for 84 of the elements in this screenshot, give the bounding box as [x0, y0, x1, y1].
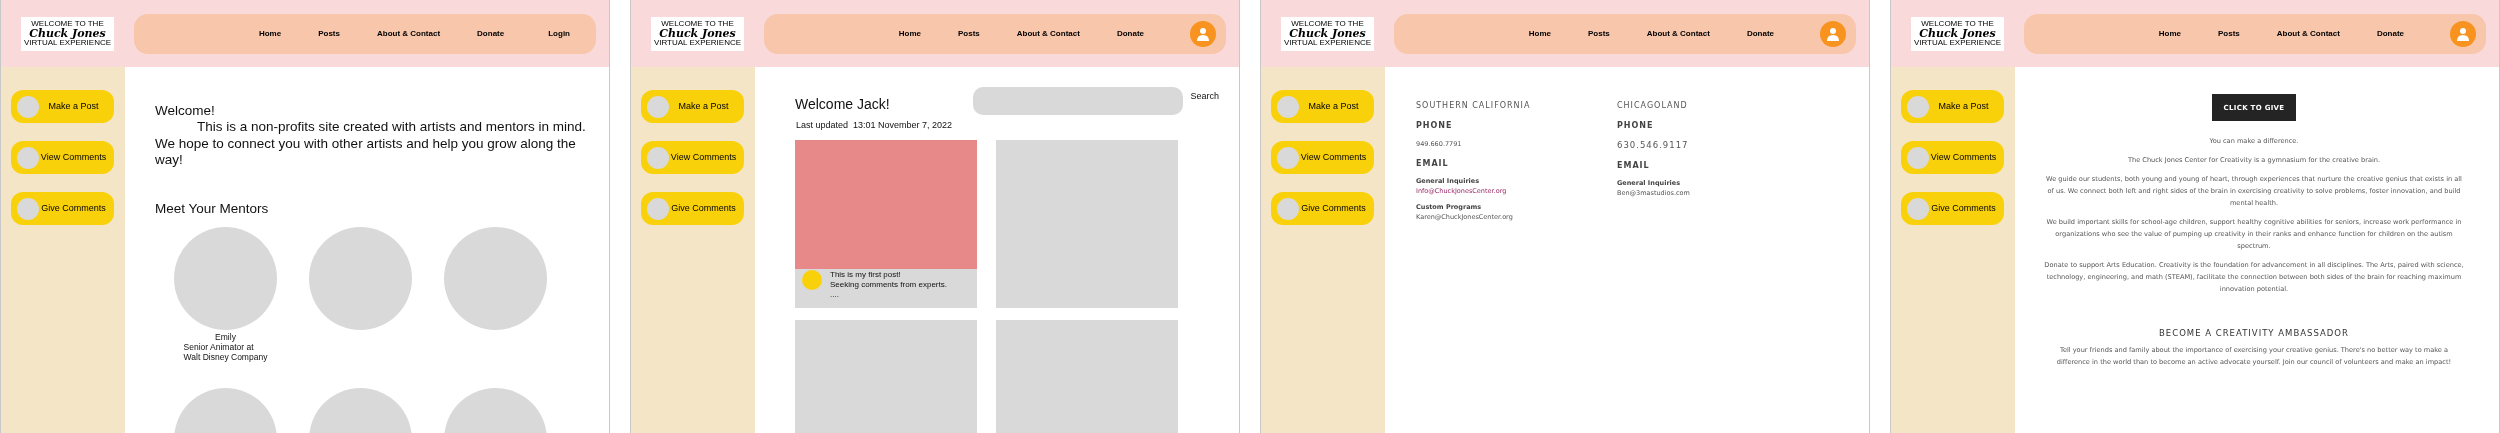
sidebar-button[interactable]: Make a Post: [1901, 90, 2004, 123]
nav-link[interactable]: About & Contact: [1016, 27, 1080, 40]
last-updated-text: Last updated 13:01 November 7, 2022: [796, 119, 954, 132]
placeholder-icon: [17, 146, 39, 169]
person-icon: [1196, 26, 1210, 41]
logo-wordmark: Chuck Jones: [659, 28, 736, 39]
person-icon: [2456, 26, 2470, 41]
sidebar-button[interactable]: Make a Post: [11, 90, 114, 123]
person-icon: [1826, 26, 1840, 41]
search-button[interactable]: Search: [1190, 90, 1219, 104]
intro-text: This is a non-profits site created with artists and mentors in mind. We hope to connect you with other artists and help you grow along the way!: [155, 119, 587, 169]
placeholder-icon: [647, 197, 669, 220]
nav-link[interactable]: Donate: [2376, 27, 2404, 40]
logo[interactable]: WELCOME TO THE Chuck Jones VIRTUAL EXPERIENCE: [1281, 16, 1374, 51]
nav-link[interactable]: Home: [258, 27, 282, 40]
mentor-name: Emily: [215, 331, 236, 342]
logo-tagline: WELCOME TO THE: [1921, 20, 1994, 28]
sidebar-button[interactable]: Make a Post: [1271, 90, 1374, 123]
nav-link[interactable]: Posts: [2217, 27, 2240, 40]
region-heading: CHICAGOLAND: [1617, 100, 1689, 112]
placeholder-icon: [647, 95, 669, 118]
nav-link[interactable]: About & Contact: [377, 27, 441, 40]
nav-link[interactable]: Posts: [318, 27, 340, 40]
nav-link[interactable]: Posts: [957, 27, 980, 40]
nav-link[interactable]: Donate: [1746, 27, 1774, 40]
logo-wordmark: Chuck Jones: [29, 28, 106, 39]
logo-tagline: WELCOME TO THE: [661, 20, 734, 28]
post-caption: This is my first post! Seeking comments from experts. ....: [830, 269, 947, 300]
mentor-role: Senior Animator at Walt Disney Company: [183, 341, 268, 362]
search-field[interactable]: [972, 87, 1184, 115]
logo-wordmark: Chuck Jones: [1289, 28, 1366, 39]
section-heading: BECOME A CREATIVITY AMBASSADOR: [2159, 327, 2349, 339]
placeholder-icon: [1277, 197, 1299, 220]
welcome-heading: Welcome Jack!: [795, 94, 891, 114]
phone-label: PHONE: [1617, 120, 1655, 132]
region-heading: SOUTHERN CALIFORNIA: [1416, 100, 1532, 112]
nav-link[interactable]: About & Contact: [2276, 27, 2340, 40]
sidebar-button[interactable]: View Comments: [641, 141, 744, 174]
profile-button[interactable]: [1190, 20, 1216, 47]
post-card[interactable]: This is my first post! Seeking comments from experts. ....: [795, 139, 977, 308]
nav-link[interactable]: Home: [2158, 27, 2181, 40]
post-placeholder[interactable]: [996, 139, 1178, 308]
phone-number: 630.546.9117: [1617, 139, 1690, 152]
sidebar-button[interactable]: View Comments: [11, 141, 114, 174]
profile-button[interactable]: [1820, 20, 1846, 47]
placeholder-icon: [1277, 146, 1299, 169]
nav-link[interactable]: Home: [898, 27, 921, 40]
logo-tagline: VIRTUAL EXPERIENCE: [653, 39, 742, 47]
logo-wordmark: Chuck Jones: [1919, 28, 1996, 39]
placeholder-icon: [1277, 95, 1299, 118]
logo-tagline: VIRTUAL EXPERIENCE: [23, 39, 112, 47]
logo-tagline: VIRTUAL EXPERIENCE: [1913, 39, 2002, 47]
nav-link[interactable]: Donate: [477, 27, 505, 40]
sidebar-button[interactable]: Give Comments: [1901, 192, 2004, 225]
nav-link[interactable]: Home: [1528, 27, 1551, 40]
placeholder-icon: [1907, 146, 1929, 169]
author-avatar: [802, 269, 822, 290]
logo[interactable]: WELCOME TO THE Chuck Jones VIRTUAL EXPERIENCE: [1911, 16, 2004, 51]
placeholder-icon: [647, 146, 669, 169]
logo-tagline: WELCOME TO THE: [31, 20, 104, 28]
sidebar-button[interactable]: Make a Post: [641, 90, 744, 123]
logo-tagline: WELCOME TO THE: [1291, 20, 1364, 28]
login-link[interactable]: Login: [548, 27, 570, 40]
sidebar-button[interactable]: View Comments: [1271, 141, 1374, 174]
placeholder-icon: [17, 95, 39, 118]
logo[interactable]: WELCOME TO THE Chuck Jones VIRTUAL EXPERIENCE: [21, 16, 114, 51]
nav-link[interactable]: About & Contact: [1646, 27, 1710, 40]
logo[interactable]: WELCOME TO THE Chuck Jones VIRTUAL EXPERIENCE: [651, 16, 744, 51]
section-heading: Meet Your Mentors: [155, 199, 270, 218]
placeholder-icon: [17, 197, 39, 220]
email-label: EMAIL: [1617, 159, 1651, 172]
logo-tagline: VIRTUAL EXPERIENCE: [1283, 39, 1372, 47]
welcome-heading: Welcome!: [155, 102, 216, 119]
email-label: EMAIL: [1416, 157, 1450, 170]
placeholder-icon: [1907, 197, 1929, 220]
phone-label: PHONE: [1416, 120, 1454, 132]
sidebar-button[interactable]: View Comments: [1901, 141, 2004, 174]
sidebar-button[interactable]: Give Comments: [11, 192, 114, 225]
placeholder-icon: [1907, 95, 1929, 118]
nav-link[interactable]: Donate: [1116, 27, 1144, 40]
nav-link[interactable]: Posts: [1587, 27, 1610, 40]
sidebar-button[interactable]: Give Comments: [1271, 192, 1374, 225]
sidebar-button[interactable]: Give Comments: [641, 192, 744, 225]
profile-button[interactable]: [2450, 20, 2476, 47]
